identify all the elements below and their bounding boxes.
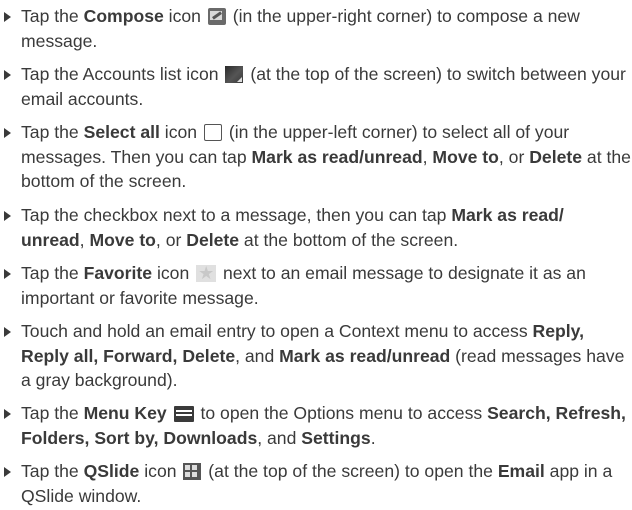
bullet-arrow-icon — [4, 327, 11, 337]
list-item: Tap the Compose icon (in the upper-right… — [0, 4, 632, 53]
instructions-document: Tap the Compose icon (in the upper-right… — [0, 0, 632, 510]
list-item: Tap the Favorite icon next to an email m… — [0, 261, 632, 310]
select-all-icon — [203, 124, 222, 141]
compose-icon — [207, 8, 226, 25]
list-item: Tap the Accounts list icon (at the top o… — [0, 62, 632, 111]
list-item: Touch and hold an email entry to open a … — [0, 319, 632, 393]
bullet-arrow-icon — [4, 211, 11, 221]
list-item-text: Tap the Accounts list icon (at the top o… — [21, 64, 626, 109]
menu-key-icon — [173, 406, 194, 422]
list-item-text: Touch and hold an email entry to open a … — [21, 321, 625, 390]
accounts-list-icon — [225, 66, 244, 83]
bullet-arrow-icon — [4, 70, 11, 80]
list-item: Tap the Select all icon (in the upper-le… — [0, 120, 632, 194]
list-item-text: Tap the Favorite icon next to an email m… — [21, 261, 632, 310]
list-item-text: Tap the Select all icon (in the upper-le… — [21, 122, 631, 191]
list-item: Tap the checkbox next to a message, then… — [0, 203, 632, 252]
list-item-text: Tap the Compose icon (in the upper-right… — [21, 6, 580, 51]
bullet-arrow-icon — [4, 12, 11, 22]
list-item-text: Tap the Menu Key to open the Options men… — [21, 403, 626, 448]
bullet-arrow-icon — [4, 269, 11, 279]
qslide-icon — [183, 463, 202, 480]
bullet-arrow-icon — [4, 409, 11, 419]
bullet-arrow-icon — [4, 128, 11, 138]
bullet-arrow-icon — [4, 467, 11, 477]
list-item-text: Tap the checkbox next to a message, then… — [21, 205, 564, 250]
list-item-text: Tap the QSlide icon (at the top of the s… — [21, 461, 613, 506]
list-item: Tap the QSlide icon (at the top of the s… — [0, 459, 632, 508]
list-item: Tap the Menu Key to open the Options men… — [0, 401, 632, 450]
favorite-star-icon — [196, 261, 217, 286]
